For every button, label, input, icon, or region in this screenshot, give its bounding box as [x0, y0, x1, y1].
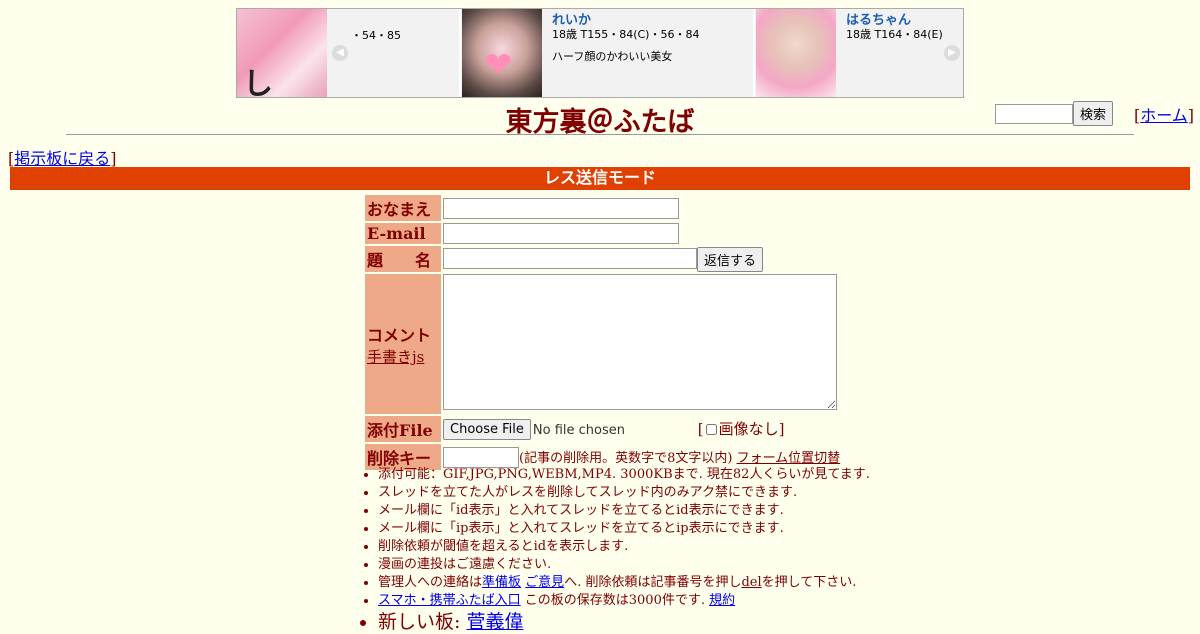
- carousel-prev-icon[interactable]: ◀: [332, 45, 348, 61]
- header-divider: [66, 134, 1134, 135]
- mobile-entrance-link[interactable]: スマホ・携帯ふたば入口: [378, 593, 521, 608]
- email-field[interactable]: [443, 223, 679, 244]
- subject-field[interactable]: [443, 248, 697, 269]
- list-item: 漫画の連投はご遠慮ください.: [378, 556, 870, 574]
- list-item: メール欄に「id表示」と入れてスレッドを立てるとid表示にできます.: [378, 502, 870, 520]
- list-item: 管理人への連絡は準備板 ご意見へ. 削除依頼は記事番号を押しdelを押して下さい…: [378, 574, 870, 592]
- handwrite-link[interactable]: 手書きjs: [367, 348, 424, 366]
- ad-slide2-desc: ハーフ顔のかわいい美女: [552, 50, 673, 63]
- ad-slide1-text: ・54・85: [351, 29, 401, 42]
- choose-file-button[interactable]: Choose File: [443, 419, 531, 441]
- feedback-link[interactable]: ご意見: [525, 575, 564, 590]
- notes-list: 添付可能：GIF,JPG,PNG,WEBM,MP4. 3000KBまで. 現在8…: [363, 466, 870, 634]
- list-item: 削除依頼が閾値を超えるとidを表示します.: [378, 538, 870, 556]
- heart-icon: ❤: [484, 45, 513, 85]
- comment-textarea[interactable]: [443, 274, 837, 410]
- contact-text: を押して下さい.: [761, 575, 857, 590]
- carousel-next-icon[interactable]: ▶: [944, 45, 960, 61]
- list-item: スマホ・携帯ふたば入口 この板の保存数は3000件です. 規約: [378, 592, 870, 610]
- search-button[interactable]: 検索: [1073, 101, 1114, 126]
- ad-slide2-stats: 18歳 T155・84(C)・56・84: [552, 28, 700, 41]
- submit-reply-button[interactable]: 返信する: [697, 246, 764, 272]
- search-input[interactable]: [995, 103, 1073, 124]
- list-item: 添付可能：GIF,JPG,PNG,WEBM,MP4. 3000KBまで. 現在8…: [378, 466, 870, 484]
- email-label: E-mail: [365, 223, 441, 244]
- prep-board-link[interactable]: 準備板: [482, 575, 521, 590]
- contact-text: 管理人への連絡は: [378, 575, 483, 590]
- search-box: 検索: [995, 101, 1114, 126]
- ad-logo: し: [243, 67, 273, 98]
- no-image-label: 画像なし: [718, 419, 779, 438]
- ad-divider: [753, 9, 755, 97]
- list-item: スレッドを立てた人がレスを削除してスレッド内のみアク禁にできます.: [378, 484, 870, 502]
- comment-label: コメント: [367, 325, 432, 345]
- no-image-checkbox[interactable]: [705, 424, 717, 436]
- comment-label-cell: コメント 手書きjs: [365, 274, 441, 414]
- terms-link[interactable]: 規約: [709, 593, 735, 608]
- ad-image-2[interactable]: ❤: [462, 9, 542, 97]
- post-form: おなまえ E-mail 題 名 返信する コメント 手書きjs 添付File C…: [363, 193, 842, 472]
- back-link-wrapper: [掲示板に戻る]: [8, 149, 117, 168]
- contact-text: へ. 削除依頼は記事番号を押し: [564, 575, 742, 590]
- ad-slide3-name[interactable]: はるちゃん: [846, 14, 943, 28]
- ad-slide3-stats: 18歳 T164・84(E): [846, 28, 943, 41]
- no-image-option: [画像なし]: [697, 419, 785, 438]
- ad-slide2-name[interactable]: れいか: [552, 14, 699, 28]
- ad-banner[interactable]: し ◀ ・54・85 ❤ れいか 18歳 T155・84(C)・56・84 ハー…: [236, 8, 964, 98]
- file-label: 添付File: [365, 416, 441, 442]
- ad-divider: [459, 9, 461, 97]
- list-item: 新しい板: 菅義偉: [378, 610, 870, 634]
- del-link[interactable]: del: [741, 575, 761, 590]
- ad-image-1[interactable]: し: [237, 9, 327, 97]
- home-link[interactable]: ホーム: [1140, 106, 1188, 125]
- file-status: No file chosen: [532, 422, 625, 438]
- ad-image-3[interactable]: [756, 9, 836, 97]
- name-field[interactable]: [443, 197, 679, 219]
- home-link-wrapper: [ホーム]: [1134, 106, 1195, 125]
- delete-key-note: (記事の削除用。英数字で8文字以内): [519, 450, 733, 466]
- storage-text: この板の保存数は3000件です.: [524, 593, 705, 608]
- back-to-board-link[interactable]: 掲示板に戻る: [14, 149, 110, 168]
- ad-slide3[interactable]: はるちゃん 18歳 T164・84(E): [846, 9, 943, 42]
- name-label: おなまえ: [365, 195, 441, 221]
- ad-slide2[interactable]: れいか 18歳 T155・84(C)・56・84 ハーフ顔のかわいい美女: [552, 9, 699, 64]
- delete-key-field[interactable]: [443, 446, 519, 468]
- form-toggle-link[interactable]: フォーム位置切替: [737, 451, 841, 466]
- list-item: メール欄に「ip表示」と入れてスレッドを立てるとip表示にできます.: [378, 520, 870, 538]
- subject-label: 題 名: [365, 246, 441, 272]
- reply-mode-bar: レス送信モード: [10, 167, 1190, 190]
